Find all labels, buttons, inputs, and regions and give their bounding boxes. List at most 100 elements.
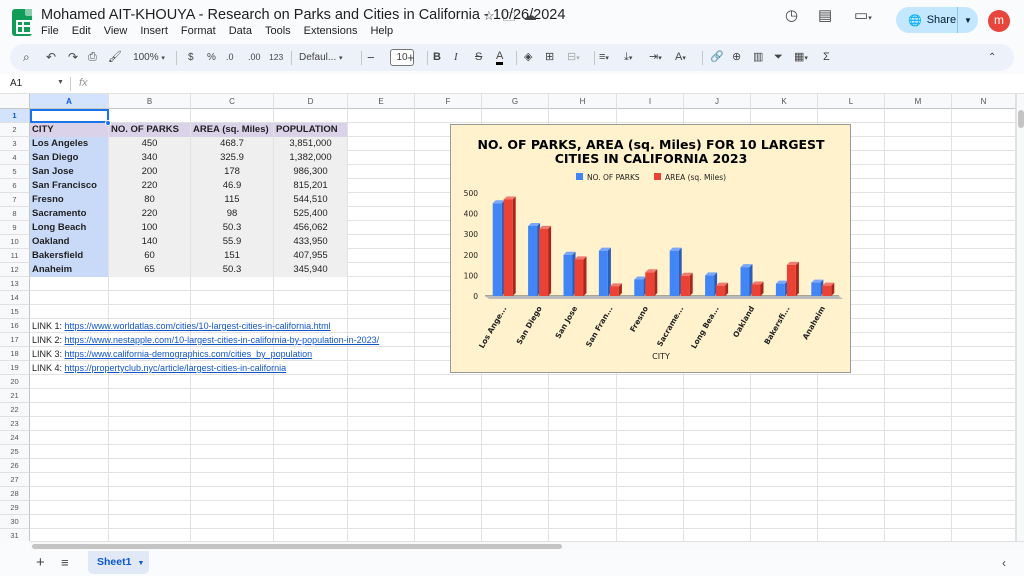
percent-format-button[interactable]: % (207, 50, 216, 65)
cell[interactable]: 80 (109, 193, 190, 207)
row-header[interactable]: 18 (0, 347, 30, 361)
decrease-font-size-button[interactable]: − (367, 50, 375, 65)
collapse-toolbar-icon[interactable]: ⌃ (988, 50, 996, 65)
hyperlink[interactable]: https://www.nestapple.com/10-largest-cit… (65, 335, 380, 345)
undo-icon[interactable]: ↶ (46, 50, 56, 65)
column-header[interactable]: N (952, 94, 1016, 109)
row-header[interactable]: 14 (0, 291, 30, 305)
row-header[interactable]: 19 (0, 361, 30, 375)
text-wrapping-icon[interactable]: ⇥▾ (649, 50, 662, 65)
cell[interactable]: 220 (109, 207, 190, 221)
cell[interactable]: San Francisco (30, 179, 108, 193)
row-header[interactable]: 8 (0, 207, 30, 221)
star-icon[interactable]: ☆ (483, 8, 495, 30)
chevron-down-icon[interactable]: ▼ (137, 560, 144, 567)
row-header[interactable]: 3 (0, 137, 30, 151)
row-header[interactable]: 2 (0, 123, 30, 137)
text-rotation-icon[interactable]: A▾ (675, 50, 686, 65)
zoom-select[interactable]: 100% ▾ (130, 50, 168, 65)
row-header[interactable]: 22 (0, 403, 30, 417)
number-format-button[interactable]: 123 (269, 50, 283, 65)
cell[interactable]: 65 (109, 263, 190, 277)
row-header[interactable]: 29 (0, 501, 30, 515)
cell[interactable]: 50.3 (191, 221, 273, 235)
cell[interactable]: 151 (191, 249, 273, 263)
cell[interactable]: 100 (109, 221, 190, 235)
merge-cells-icon[interactable]: ⊟▾ (567, 50, 580, 65)
functions-button[interactable]: Σ (823, 50, 830, 65)
share-button[interactable]: 🌐 Share ▼ (896, 7, 978, 33)
cell[interactable]: 3,851,000 (274, 137, 347, 151)
column-header[interactable]: G (482, 94, 549, 109)
menu-insert[interactable]: Insert (140, 25, 168, 37)
add-sheet-icon[interactable]: + (36, 554, 45, 571)
row-header[interactable]: 21 (0, 389, 30, 403)
cell[interactable]: 55.9 (191, 235, 273, 249)
filter-icon[interactable]: ⏷ (774, 50, 783, 65)
hyperlink[interactable]: https://www.california-demographics.com/… (65, 349, 313, 359)
row-header[interactable]: 17 (0, 333, 30, 347)
move-folder-icon[interactable]: 🗀 (503, 8, 516, 30)
column-header[interactable]: B (109, 94, 191, 109)
insert-comment-icon[interactable]: ⊕ (732, 50, 741, 65)
cell[interactable]: 345,940 (274, 263, 347, 277)
tab-sheet1[interactable]: Sheet1 ▼ (88, 551, 149, 574)
column-header[interactable]: H (549, 94, 617, 109)
hyperlink[interactable]: https://www.worldatlas.com/cities/10-lar… (65, 321, 331, 331)
redo-icon[interactable]: ↷ (68, 50, 78, 65)
column-header[interactable]: D (274, 94, 348, 109)
column-header[interactable]: I (617, 94, 684, 109)
row-header[interactable]: 4 (0, 151, 30, 165)
row-header[interactable]: 7 (0, 193, 30, 207)
row-header[interactable]: 26 (0, 459, 30, 473)
print-icon[interactable]: ⎙ (88, 50, 97, 65)
history-icon[interactable]: ◷ (785, 6, 798, 24)
cell[interactable]: Anaheim (30, 263, 108, 277)
row-header[interactable]: 20 (0, 375, 30, 389)
vertical-scroll-thumb[interactable] (1018, 110, 1024, 128)
embedded-chart[interactable]: NO. OF PARKS, AREA (sq. Miles) FOR 10 LA… (450, 124, 851, 373)
search-menus-icon[interactable]: ⌕ (23, 50, 30, 65)
row-header[interactable]: 27 (0, 473, 30, 487)
cell[interactable]: POPULATION (274, 123, 347, 137)
currency-format-button[interactable]: $ (188, 50, 194, 65)
column-header[interactable]: A (30, 94, 109, 109)
row-header[interactable]: 1 (0, 109, 30, 123)
row-header[interactable]: 24 (0, 431, 30, 445)
cell[interactable]: 433,950 (274, 235, 347, 249)
menu-view[interactable]: View (104, 25, 128, 37)
column-header[interactable]: K (751, 94, 818, 109)
row-header[interactable]: 28 (0, 487, 30, 501)
cell[interactable]: 815,201 (274, 179, 347, 193)
increase-decimal-button[interactable]: .00 (248, 50, 261, 65)
cell[interactable]: 407,955 (274, 249, 347, 263)
cell[interactable]: 340 (109, 151, 190, 165)
menu-help[interactable]: Help (370, 25, 393, 37)
hyperlink[interactable]: https://propertyclub.nyc/article/largest… (65, 363, 287, 373)
italic-button[interactable]: I (454, 50, 458, 65)
column-header[interactable]: C (191, 94, 274, 109)
column-header[interactable]: F (415, 94, 482, 109)
cell[interactable]: 986,300 (274, 165, 347, 179)
row-header[interactable]: 16 (0, 319, 30, 333)
select-all-corner[interactable] (0, 94, 30, 109)
cell[interactable]: 98 (191, 207, 273, 221)
cell[interactable]: 178 (191, 165, 273, 179)
row-header[interactable]: 15 (0, 305, 30, 319)
filter-views-icon[interactable]: ▦▾ (794, 50, 808, 65)
menu-format[interactable]: Format (181, 25, 216, 37)
column-header[interactable]: E (348, 94, 415, 109)
cell[interactable]: 325.9 (191, 151, 273, 165)
cell[interactable]: Long Beach (30, 221, 108, 235)
row-header[interactable]: 5 (0, 165, 30, 179)
menu-edit[interactable]: Edit (72, 25, 91, 37)
cell[interactable]: Bakersfield (30, 249, 108, 263)
horizontal-align-icon[interactable]: ≡▾ (599, 50, 609, 65)
meet-icon[interactable]: ▭▾ (854, 6, 872, 24)
cell[interactable]: 450 (109, 137, 190, 151)
row-header[interactable]: 6 (0, 179, 30, 193)
cell[interactable]: 525,400 (274, 207, 347, 221)
insert-chart-icon[interactable]: ▥ (753, 50, 763, 65)
row-header[interactable]: 10 (0, 235, 30, 249)
cell[interactable]: Oakland (30, 235, 108, 249)
